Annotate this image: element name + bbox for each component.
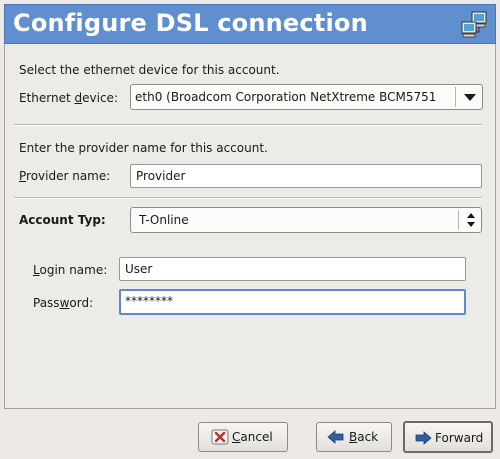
page-title: Configure DSL connection bbox=[13, 9, 368, 37]
cancel-icon bbox=[211, 429, 229, 445]
ethernet-label-text-end: evice: bbox=[82, 91, 118, 105]
ethernet-label-text: Ethernet bbox=[19, 91, 75, 105]
dialog-header: Configure DSL connection bbox=[4, 4, 496, 44]
back-mnemonic: B bbox=[349, 430, 358, 444]
cancel-button[interactable]: Cancel bbox=[198, 422, 288, 452]
ethernet-instruction: Select the ethernet device for this acco… bbox=[19, 63, 280, 77]
back-label-text: ack bbox=[357, 430, 379, 444]
back-label: Back bbox=[349, 430, 378, 444]
password-label: Password: bbox=[33, 296, 93, 310]
section-divider bbox=[14, 124, 482, 126]
login-name-value: User bbox=[125, 262, 153, 276]
dropdown-arrow-icon[interactable] bbox=[458, 85, 482, 109]
cancel-label: Cancel bbox=[232, 430, 273, 444]
provider-label-mnemonic: P bbox=[19, 169, 27, 183]
login-label-text: ogin name: bbox=[39, 263, 108, 277]
password-label-mnemonic: w bbox=[59, 296, 70, 310]
updown-arrows-icon[interactable] bbox=[461, 208, 481, 232]
account-type-label: Account Typ: bbox=[19, 213, 106, 227]
provider-name-label: Provider name: bbox=[19, 169, 110, 183]
ethernet-device-value: eth0 (Broadcom Corporation NetXtreme BCM… bbox=[135, 90, 437, 104]
login-name-field[interactable]: User bbox=[119, 257, 466, 281]
ethernet-device-select[interactable]: eth0 (Broadcom Corporation NetXtreme BCM… bbox=[130, 84, 483, 110]
network-computers-icon bbox=[459, 10, 489, 40]
forward-label: Forward bbox=[435, 431, 484, 445]
account-type-select[interactable]: T-Online bbox=[130, 207, 482, 233]
provider-name-field[interactable]: Provider bbox=[130, 164, 482, 188]
password-label-text: Pass bbox=[33, 296, 60, 310]
forward-button[interactable]: Forward bbox=[403, 421, 493, 453]
ethernet-label-mnemonic: d bbox=[74, 91, 83, 105]
cancel-label-text: ancel bbox=[240, 430, 273, 444]
combo-divider bbox=[455, 87, 456, 107]
password-field[interactable]: ******** bbox=[119, 289, 466, 315]
combo-divider bbox=[458, 210, 459, 230]
account-type-value: T-Online bbox=[139, 213, 189, 227]
login-name-label: Login name: bbox=[33, 263, 107, 277]
provider-instruction: Enter the provider name for this account… bbox=[19, 141, 268, 155]
password-value: ******** bbox=[125, 294, 173, 308]
provider-label-text: rovider name: bbox=[26, 169, 111, 183]
arrow-right-icon bbox=[414, 430, 432, 446]
ethernet-device-label: Ethernet device: bbox=[19, 91, 118, 105]
arrow-left-icon bbox=[327, 429, 345, 445]
section-divider bbox=[14, 197, 482, 199]
back-button[interactable]: Back bbox=[316, 422, 392, 452]
password-label-text-end: ord: bbox=[69, 296, 94, 310]
provider-name-value: Provider bbox=[136, 169, 186, 183]
